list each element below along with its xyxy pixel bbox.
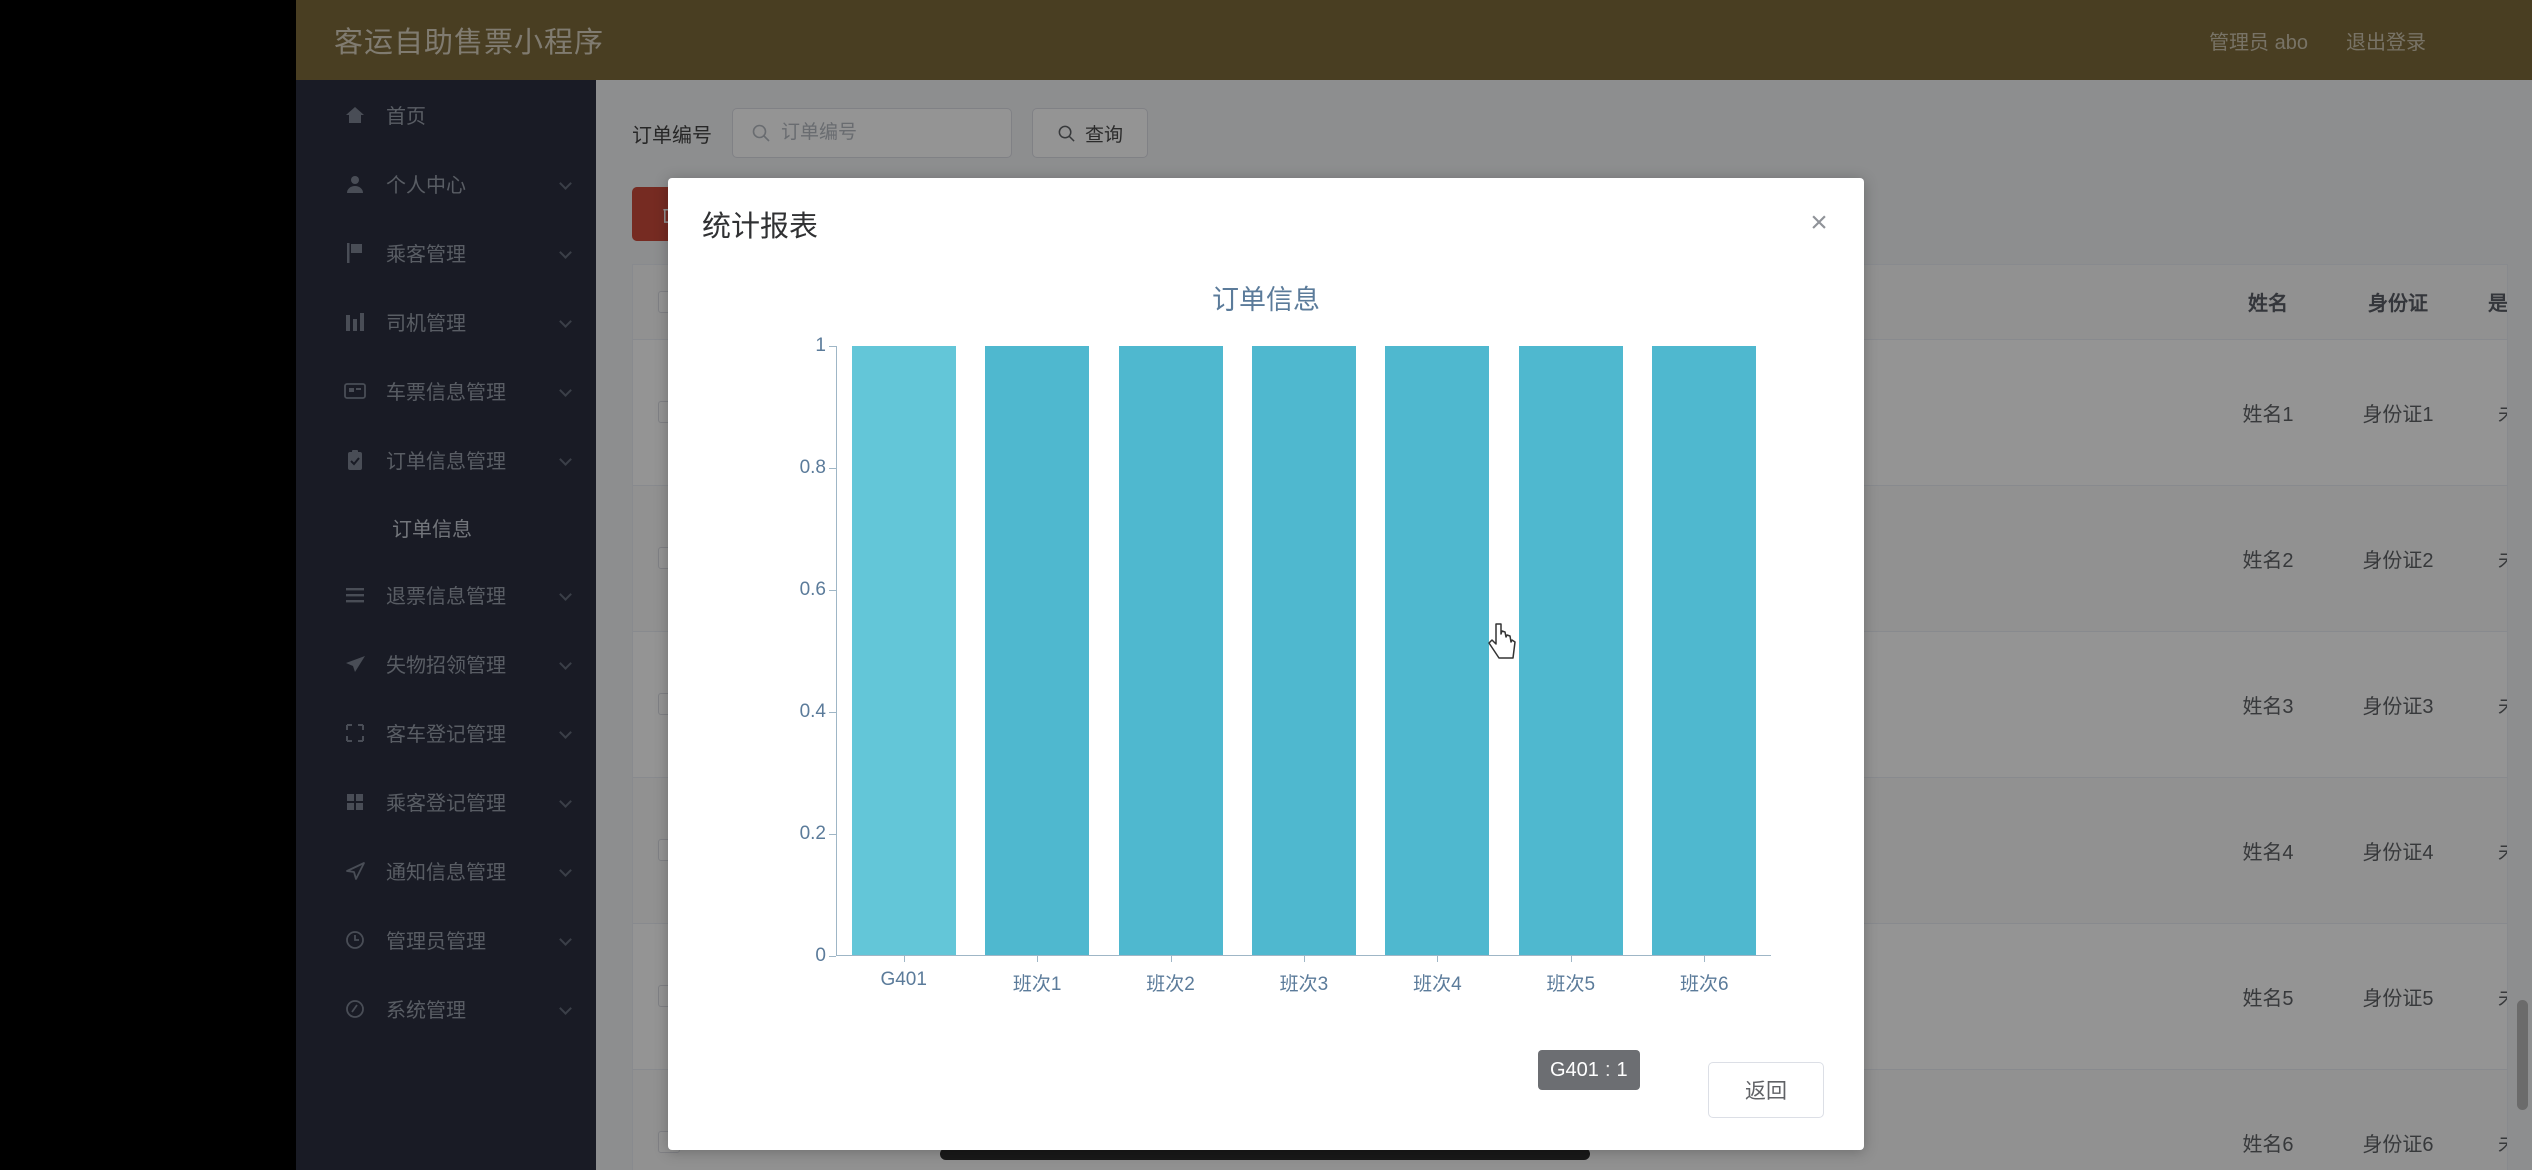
chart-bar-slot[interactable]: 班次5 <box>1504 346 1637 995</box>
chart-bar-slot[interactable]: 班次1 <box>970 346 1103 995</box>
x-axis-tick-mark <box>1037 955 1039 962</box>
x-axis-tick-label: 班次4 <box>1413 974 1462 995</box>
chart-title: 订单信息 <box>1212 285 1320 315</box>
x-axis-tick-mark <box>903 955 905 962</box>
dialog-body: 订单信息 G401 班次1 班次2 班次3 班次4 班次5 班次6 0 0.2 0.4 0.6 0.… <box>668 270 1864 1090</box>
dialog-title: 统计报表 <box>702 211 819 243</box>
y-axis-tick-mark <box>829 468 836 469</box>
chart-bars: G401 班次1 班次2 班次3 班次4 班次5 班次6 <box>837 346 1771 995</box>
x-axis-tick-label: 班次3 <box>1279 974 1329 995</box>
x-axis-tick-mark <box>1704 955 1706 962</box>
chart-bar-slot[interactable]: G401 <box>837 346 970 990</box>
x-axis-tick-label: 班次1 <box>1012 974 1062 995</box>
back-button[interactable]: 返回 <box>1708 1062 1824 1118</box>
dialog-footer: 返回 <box>1708 1062 1824 1118</box>
order-statistics-chart: 订单信息 G401 班次1 班次2 班次3 班次4 班次5 班次6 0 0.2 0.4 0.6 0.… <box>668 270 1864 995</box>
chart-bar-slot[interactable]: 班次2 <box>1104 346 1237 995</box>
x-axis-tick-mark <box>1170 955 1172 962</box>
chart-bar-slot[interactable]: 班次4 <box>1371 346 1504 995</box>
y-axis-tick-label: 0.4 <box>799 701 826 722</box>
tooltip-value: 1 <box>1616 1058 1628 1081</box>
mouse-pointer-hand-icon <box>1488 623 1516 659</box>
x-axis-tick-mark <box>1437 955 1439 962</box>
screenshot-root: 客运自助售票小程序 管理员 abo 退出登录 首页 个人中心 乘客管理 司机管理 车票信… <box>0 0 2532 1170</box>
statistics-report-dialog: 统计报表 × 订单信息 G401 班次1 班次2 班次3 班次4 班次5 班次6 0 0.2 0… <box>668 178 1864 1150</box>
y-axis-tick-mark <box>829 834 836 835</box>
chart-bar[interactable] <box>1118 346 1223 955</box>
chart-bar[interactable] <box>1652 346 1757 955</box>
x-axis-tick-label: 班次2 <box>1146 974 1195 995</box>
x-axis-tick-mark <box>1570 955 1572 962</box>
y-axis-tick-mark <box>829 712 836 713</box>
y-axis-tick-mark <box>829 590 836 591</box>
y-axis-tick-label: 0 <box>815 945 826 966</box>
y-axis-tick-mark <box>829 956 836 957</box>
tooltip-category: G401 <box>1550 1058 1599 1081</box>
chart-bar[interactable] <box>851 346 956 955</box>
y-axis-tick-label: 0.2 <box>799 823 826 844</box>
dialog-header: 统计报表 × <box>668 178 1864 270</box>
chart-tooltip: G401 : 1 <box>1538 1050 1640 1090</box>
chart-bar[interactable] <box>985 346 1090 955</box>
y-axis-tick-label: 1 <box>815 335 826 356</box>
y-axis-tick-mark <box>829 346 836 347</box>
chart-bar[interactable] <box>1385 346 1490 955</box>
y-axis-tick-label: 0.6 <box>799 579 826 600</box>
x-axis-tick-label: 班次6 <box>1679 974 1729 995</box>
chart-bar-slot[interactable]: 班次6 <box>1638 346 1771 995</box>
x-axis-tick-mark <box>1303 955 1305 962</box>
chart-bar[interactable] <box>1251 346 1356 955</box>
x-axis-tick-label: G401 <box>880 969 927 990</box>
chart-plot-area: G401 班次1 班次2 班次3 班次4 班次5 班次6 0 0.2 0.4 0.6 0.8 1 <box>800 335 1771 995</box>
x-axis-tick-label: 班次5 <box>1546 974 1596 995</box>
tooltip-separator: : <box>1604 1058 1611 1081</box>
close-icon[interactable]: × <box>1802 206 1836 240</box>
y-axis-tick-label: 0.8 <box>799 457 826 478</box>
chart-bar[interactable] <box>1518 346 1623 955</box>
chart-bar-slot[interactable]: 班次3 <box>1237 346 1370 995</box>
